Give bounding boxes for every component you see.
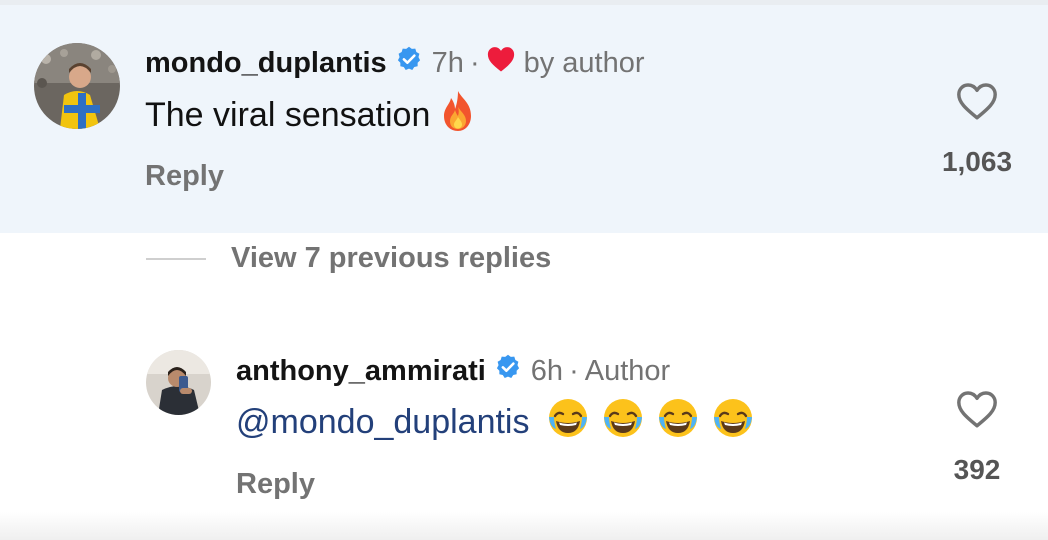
verified-badge-icon bbox=[395, 45, 423, 81]
mention-link[interactable]: @mondo_duplantis bbox=[236, 403, 529, 442]
comment-time: 6h bbox=[530, 354, 564, 387]
reply-button[interactable]: Reply bbox=[236, 468, 315, 501]
reply-button[interactable]: Reply bbox=[145, 160, 224, 193]
username-link[interactable]: anthony_ammirati bbox=[236, 355, 486, 388]
liked-by-author-heart-icon bbox=[486, 45, 516, 81]
fire-emoji bbox=[438, 89, 478, 142]
meta-separator: · bbox=[469, 46, 480, 79]
comment-text: The viral sensation bbox=[145, 90, 478, 136]
comment-text: @mondo_duplantis bbox=[236, 398, 755, 444]
like-heart-icon[interactable] bbox=[955, 81, 999, 126]
bottom-edge-shadow bbox=[0, 512, 1048, 540]
liked-by-author-label: by author bbox=[523, 46, 645, 79]
like-heart-icon[interactable] bbox=[955, 389, 999, 434]
face-with-tears-of-joy-emoji bbox=[601, 396, 645, 449]
avatar[interactable] bbox=[146, 350, 211, 415]
comment-header: anthony_ammirati 6h · Author bbox=[236, 352, 670, 390]
like-count: 1,063 bbox=[941, 146, 1013, 177]
view-previous-replies-button[interactable]: View 7 previous replies bbox=[231, 242, 551, 275]
face-with-tears-of-joy-emoji bbox=[546, 396, 590, 449]
comment-body: The viral sensation bbox=[145, 95, 431, 134]
thread-divider-line bbox=[146, 258, 206, 260]
like-count: 392 bbox=[953, 454, 1001, 485]
emoji-row bbox=[535, 396, 755, 449]
verified-badge-icon bbox=[494, 353, 522, 389]
meta-separator: · bbox=[569, 354, 579, 387]
face-with-tears-of-joy-emoji bbox=[711, 396, 755, 449]
username-link[interactable]: mondo_duplantis bbox=[145, 47, 387, 80]
avatar[interactable] bbox=[34, 43, 120, 129]
author-badge: Author bbox=[584, 354, 671, 387]
face-with-tears-of-joy-emoji bbox=[656, 396, 700, 449]
comment-time: 7h bbox=[431, 46, 464, 79]
comment-header: mondo_duplantis 7h · by author bbox=[145, 44, 645, 82]
